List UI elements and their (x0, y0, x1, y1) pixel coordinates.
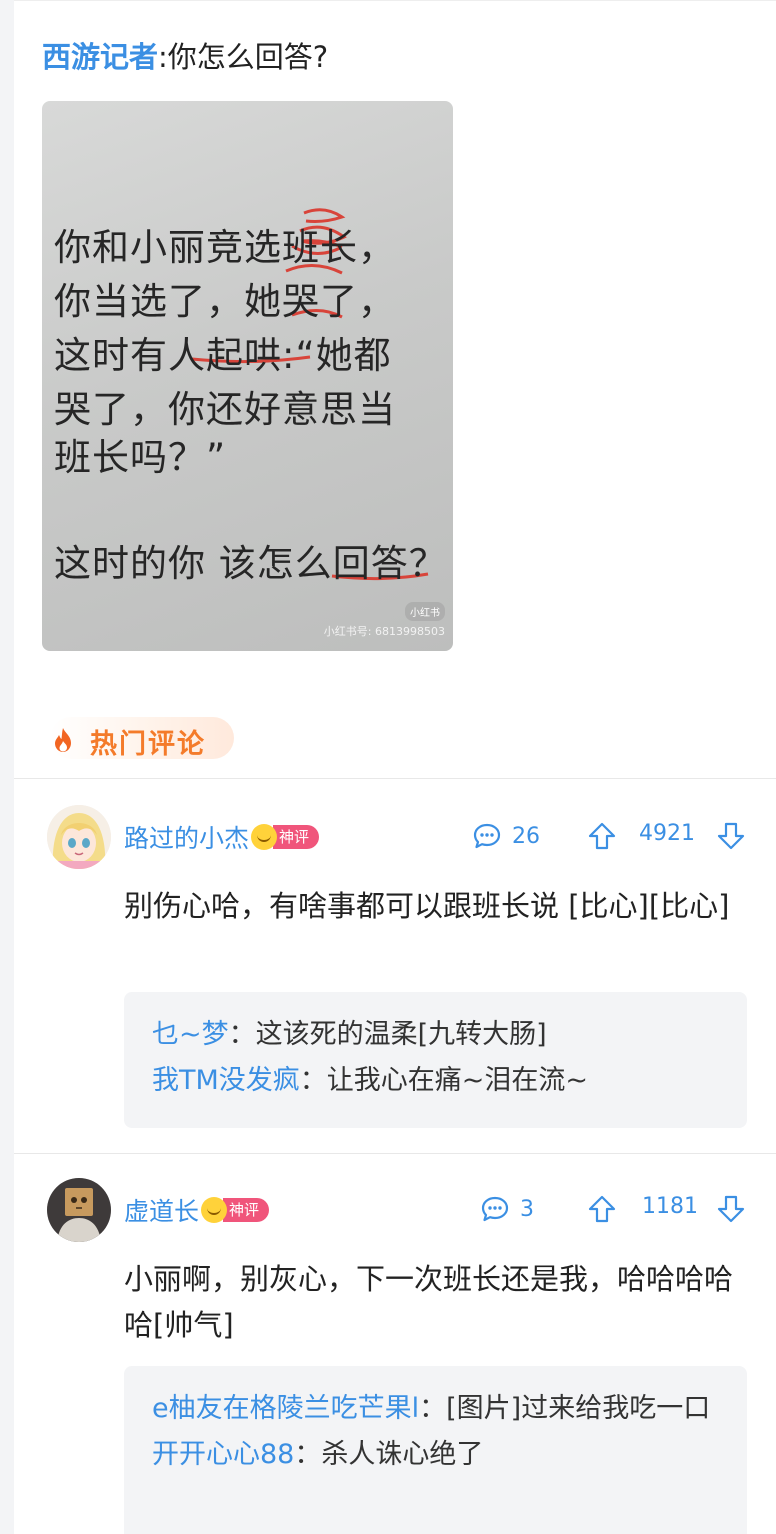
reply-separator: ： (228, 1019, 256, 1050)
reply-separator: ： (299, 1065, 327, 1096)
arrow-down-icon (717, 822, 745, 850)
comment-user-row: 虚道长 神评 (124, 1190, 270, 1230)
comment-user-row: 路过的小杰 神评 (124, 817, 320, 857)
image-line: 班长吗？” (54, 436, 227, 479)
comment-username[interactable]: 虚道长 (124, 1192, 199, 1228)
post-image[interactable]: 你和小丽竞选班长， 你当选了，她哭了， 这时有人起哄:“她都 哭了，你还好意思当… (42, 101, 453, 651)
reply-text: 这该死的温柔[九转大肠] (255, 1019, 547, 1050)
replies-box[interactable]: e柚友在格陵兰吃芒果l：[图片]过来给我吃一口 开开心心88：杀人诛心绝了 (124, 1366, 747, 1534)
god-comment-badge: 神评 (223, 1198, 270, 1222)
upvote-count: 1181 (642, 1194, 698, 1219)
image-text: 你和小丽竞选班长， 你当选了，她哭了， 这时有人起哄:“她都 哭了，你还好意思当… (42, 101, 453, 651)
image-line: 这时有人起哄:“她都 (54, 334, 392, 377)
avatar[interactable] (47, 1178, 111, 1242)
reply-username[interactable]: 我TM没发疯 (152, 1065, 300, 1096)
arrow-up-icon (588, 1195, 616, 1223)
comment-text: 小丽啊，别灰心，下一次班长还是我，哈哈哈哈哈[帅气] (124, 1262, 734, 1342)
upvote-count-text: 1181 (642, 1194, 698, 1219)
upvote-count-text: 4921 (639, 821, 695, 846)
image-watermark: 小红书号: 6813998503 (323, 625, 445, 638)
reply-item: 乜~梦：这该死的温柔[九转大肠] (152, 1012, 719, 1058)
smile-emoji-icon (201, 1197, 228, 1223)
reply-count: 26 (512, 823, 540, 849)
replies-box[interactable]: 乜~梦：这该死的温柔[九转大肠] 我TM没发疯：让我心在痛~泪在流~ (124, 992, 747, 1128)
downvote-button[interactable] (716, 821, 746, 851)
comment-bubble-icon (473, 823, 501, 849)
reply-text: 让我心在痛~泪在流~ (326, 1065, 589, 1096)
downvote-button[interactable] (716, 1194, 746, 1224)
avatar[interactable] (47, 805, 111, 869)
comment-text: 别伤心哈，有啥事都可以跟班长说 [比心][比心] (124, 889, 730, 923)
image-line: 你和小丽竞选班长， (54, 226, 396, 269)
comment-item: 虚道长 神评 3 1181 小丽啊，别灰心，下一次班长还是我，哈哈哈哈哈[帅气] (14, 1154, 776, 1534)
boxhead-avatar-image (47, 1178, 111, 1242)
post-title: 你怎么回答? (167, 40, 329, 74)
anime-avatar-image (47, 805, 111, 869)
hot-comments-header: 热门评论 (50, 717, 234, 760)
reply-text: 杀人诛心绝了 (321, 1439, 484, 1470)
reply-count-button[interactable]: 3 (480, 1194, 534, 1224)
reply-username[interactable]: 开开心心88 (152, 1439, 294, 1470)
reply-text: [图片]过来给我吃一口 (446, 1393, 711, 1424)
post-detail-page: 西游记者:你怎么回答? 你和小丽竞选班长， 你当选了，她哭了， 这时有人起哄:“… (14, 0, 776, 1534)
image-line: 你当选了，她哭了， (54, 280, 396, 323)
image-line: 哭了，你还好意思当 (54, 388, 396, 431)
upvote-button[interactable] (587, 1194, 617, 1224)
reply-username[interactable]: 乜~梦 (152, 1019, 229, 1050)
smile-emoji-icon (251, 824, 278, 850)
arrow-up-icon (588, 822, 616, 850)
post-author[interactable]: 西游记者 (42, 40, 158, 74)
reply-count: 3 (520, 1196, 534, 1222)
arrow-down-icon (717, 1195, 745, 1223)
upvote-count: 4921 (639, 821, 695, 846)
reply-item: 开开心心88：杀人诛心绝了 (152, 1432, 719, 1478)
post-separator: : (158, 40, 168, 74)
comment-item: 路过的小杰 神评 26 4921 别伤心哈，有啥事都可以跟班长说 [比心][比心… (14, 779, 776, 1153)
image-logo: 小红书 (405, 602, 445, 621)
reply-item: 我TM没发疯：让我心在痛~泪在流~ (152, 1058, 719, 1104)
comment-username[interactable]: 路过的小杰 (124, 819, 249, 855)
flame-icon (55, 728, 71, 752)
upvote-button[interactable] (587, 821, 617, 851)
hot-comments-label: 热门评论 (90, 729, 206, 760)
god-comment-badge: 神评 (273, 825, 320, 849)
post-header: 西游记者:你怎么回答? (42, 37, 328, 77)
reply-separator: ： (419, 1393, 447, 1424)
image-line: 这时的你 该怎么回答？ (54, 542, 447, 585)
reply-separator: ： (294, 1439, 322, 1470)
reply-count-button[interactable]: 26 (472, 821, 540, 851)
comment-bubble-icon (481, 1196, 509, 1222)
reply-username[interactable]: e柚友在格陵兰吃芒果l (152, 1393, 419, 1424)
reply-item: e柚友在格陵兰吃芒果l：[图片]过来给我吃一口 (152, 1386, 719, 1432)
